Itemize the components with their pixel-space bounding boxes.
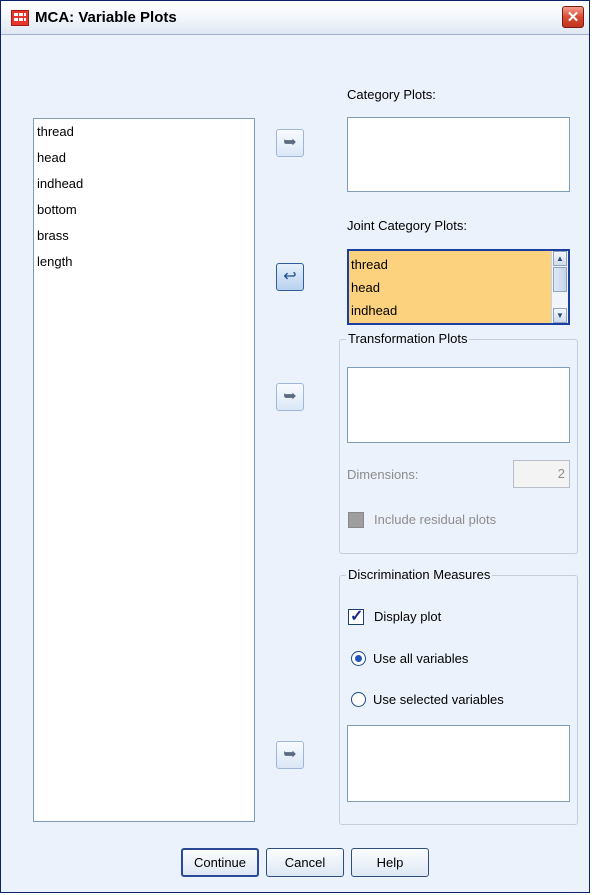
dialog-window: MCA: Variable Plots ✕ thread head indhea… [0, 0, 590, 893]
move-back-from-joint-plots-button[interactable]: ↩ [276, 263, 304, 291]
list-item[interactable]: indhead [34, 171, 254, 197]
list-item[interactable]: indhead [349, 298, 568, 321]
scroll-down-icon[interactable]: ▼ [553, 308, 567, 323]
transformation-plots-list[interactable] [347, 367, 570, 443]
display-plot-label: Display plot [374, 609, 442, 624]
list-item[interactable]: brass [34, 223, 254, 249]
dimensions-field[interactable]: 2 [513, 460, 570, 488]
arrow-right-icon: ➥ [283, 134, 297, 151]
display-plot-checkbox[interactable]: ✓ [348, 608, 364, 625]
use-all-variables-label: Use all variables [373, 651, 469, 666]
joint-category-plots-list[interactable]: thread head indhead ▲ ▼ [347, 249, 570, 325]
checkmark-icon: ✓ [350, 608, 364, 625]
cancel-button[interactable]: Cancel [266, 848, 344, 877]
use-selected-variables-label: Use selected variables [373, 692, 504, 707]
list-item[interactable]: bottom [34, 197, 254, 223]
title-bar[interactable]: MCA: Variable Plots ✕ [1, 1, 589, 35]
use-all-variables-radio[interactable] [351, 651, 366, 666]
include-residual-label: Include residual plots [374, 512, 497, 527]
category-plots-label: Category Plots: [347, 87, 436, 102]
discrimination-variables-list[interactable] [347, 725, 570, 802]
arrow-left-icon: ↩ [283, 268, 297, 285]
transformation-plots-legend: Transformation Plots [346, 331, 470, 346]
continue-button[interactable]: Continue [181, 848, 259, 877]
scroll-thumb[interactable] [553, 267, 567, 292]
vertical-scrollbar[interactable]: ▲ ▼ [551, 251, 568, 323]
move-to-category-plots-button[interactable]: ➥ [276, 129, 304, 157]
scroll-up-icon[interactable]: ▲ [553, 251, 567, 266]
category-plots-list[interactable] [347, 117, 570, 192]
list-item[interactable]: thread [34, 119, 254, 145]
dimensions-label: Dimensions: [347, 467, 419, 482]
move-to-discrimination-list-button[interactable]: ➥ [276, 741, 304, 769]
discrimination-measures-legend: Discrimination Measures [346, 567, 493, 582]
close-button[interactable]: ✕ [562, 6, 584, 28]
joint-category-plots-label: Joint Category Plots: [347, 218, 467, 233]
list-item[interactable]: head [349, 275, 568, 298]
help-button[interactable]: Help [351, 848, 429, 877]
include-residual-checkbox[interactable] [348, 512, 364, 528]
close-icon: ✕ [566, 9, 580, 26]
use-selected-variables-radio[interactable] [351, 692, 366, 707]
arrow-right-icon: ➥ [283, 746, 297, 763]
list-item[interactable]: thread [349, 252, 568, 275]
list-item[interactable]: length [34, 249, 254, 275]
arrow-right-icon: ➥ [283, 388, 297, 405]
source-variable-list[interactable]: thread head indhead bottom brass length [33, 118, 255, 822]
move-to-transformation-plots-button[interactable]: ➥ [276, 383, 304, 411]
list-item[interactable]: head [34, 145, 254, 171]
grid-app-icon [11, 10, 29, 26]
window-title: MCA: Variable Plots [35, 9, 177, 26]
